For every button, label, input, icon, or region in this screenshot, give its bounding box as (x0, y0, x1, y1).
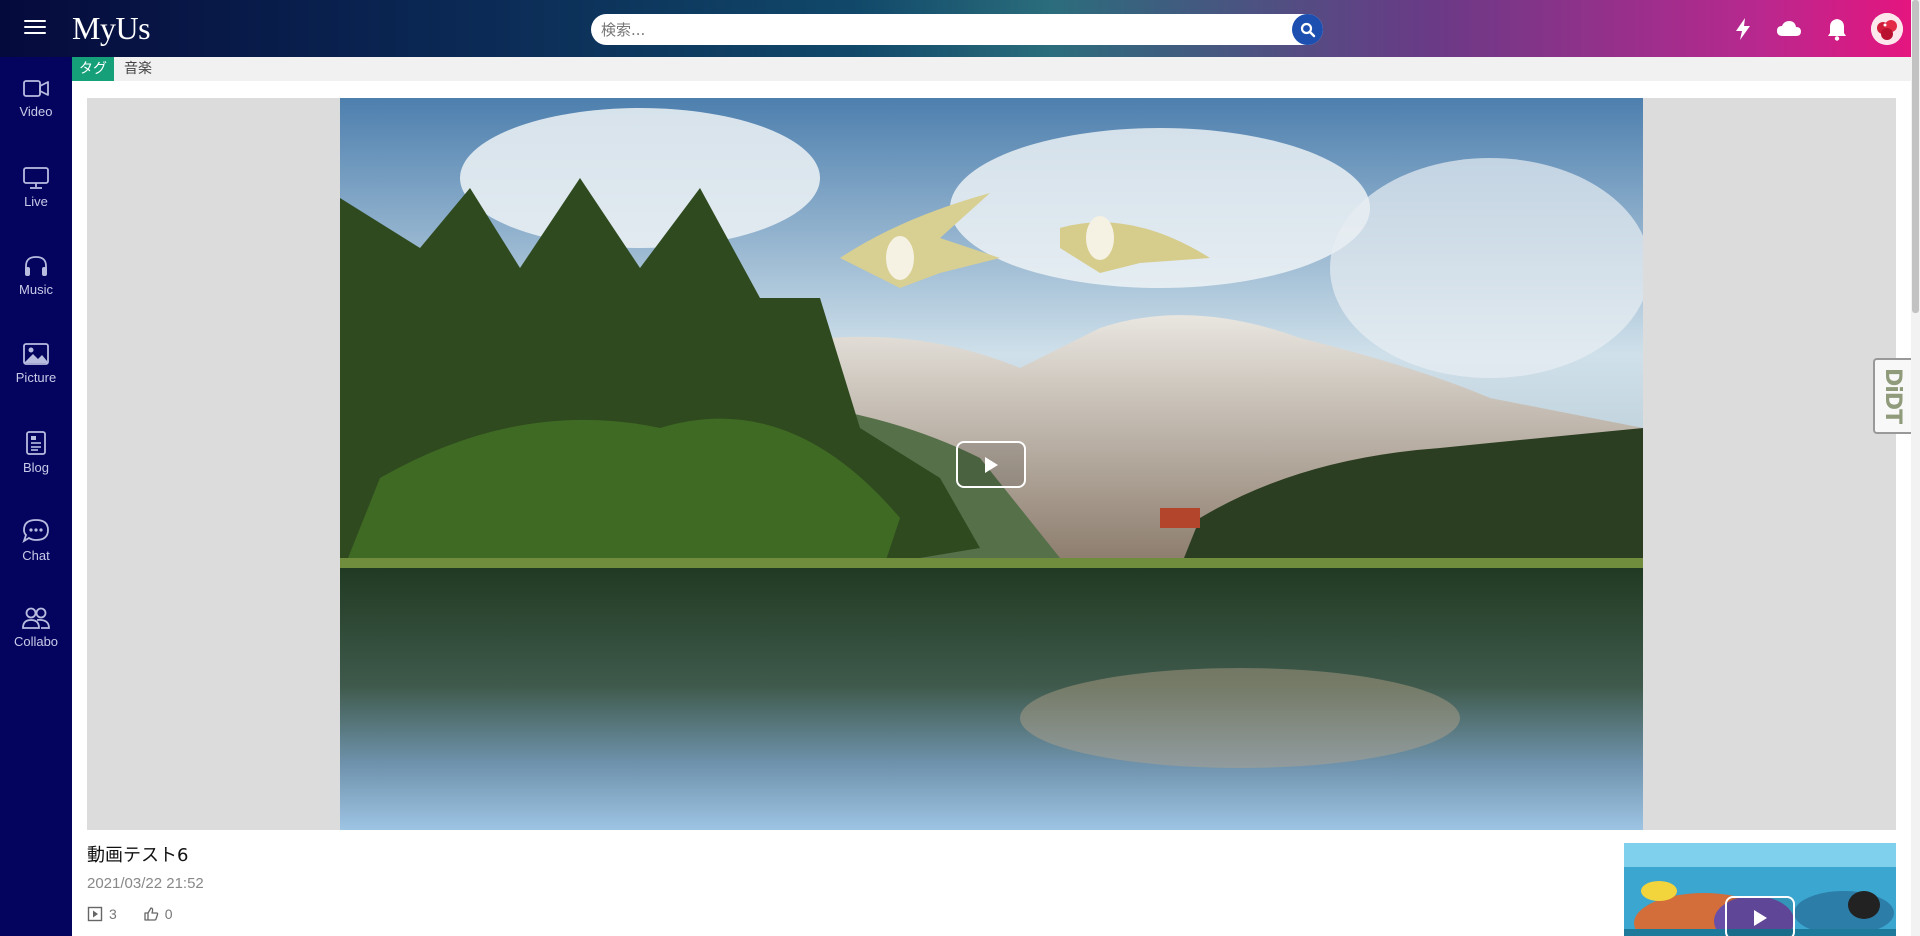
bell-icon[interactable] (1824, 16, 1850, 42)
play-count-icon (87, 906, 103, 922)
related-play-button[interactable] (1725, 896, 1795, 936)
users-icon (22, 607, 50, 629)
sidebar-item-label: Music (19, 282, 53, 297)
thumbs-up-icon[interactable] (143, 906, 159, 922)
tag-bar: タグ 音楽 (72, 57, 1911, 81)
sidebar-item-collabo[interactable]: Collabo (0, 606, 72, 676)
video-date: 2021/03/22 21:52 (87, 875, 204, 892)
search-button[interactable] (1292, 14, 1323, 45)
hamburger-menu-icon[interactable] (22, 16, 48, 42)
user-avatar[interactable] (1871, 13, 1903, 45)
monitor-icon (23, 167, 49, 189)
headphones-icon (25, 256, 47, 276)
top-header: MyUs (0, 0, 1911, 57)
sidebar-item-chat[interactable]: Chat (0, 518, 72, 588)
play-button[interactable] (956, 441, 1026, 488)
cloud-icon[interactable] (1776, 16, 1802, 42)
scrollbar-thumb[interactable] (1912, 0, 1919, 313)
play-icon (1754, 910, 1767, 926)
sidebar-item-label: Collabo (13, 634, 59, 649)
video-title: 動画テスト6 (87, 845, 189, 866)
play-icon (985, 456, 998, 473)
sidebar-item-picture[interactable]: Picture (0, 342, 72, 412)
side-widget-text: DiDT (1880, 368, 1905, 424)
image-icon (23, 343, 49, 365)
search-icon (1300, 22, 1315, 37)
play-count: 3 (109, 906, 117, 922)
app-logo[interactable]: MyUs (72, 10, 151, 47)
sidebar-item-label: Picture (15, 370, 57, 385)
search-input[interactable] (601, 14, 1281, 45)
video-camera-icon (23, 80, 49, 97)
tag-label: タグ (72, 57, 114, 81)
video-stats: 3 0 (87, 906, 173, 922)
sidebar-item-blog[interactable]: Blog (0, 430, 72, 500)
sidebar: Video Live Music Picture Blog Chat Colla… (0, 57, 72, 936)
side-widget-tab[interactable]: DiDT (1873, 358, 1911, 434)
tag-link[interactable]: 音楽 (124, 57, 152, 81)
lightning-icon[interactable] (1730, 16, 1756, 42)
sidebar-item-label: Video (19, 104, 53, 119)
sidebar-item-music[interactable]: Music (0, 254, 72, 324)
search-bar (591, 14, 1323, 45)
like-count: 0 (164, 906, 173, 922)
sidebar-item-label: Chat (22, 548, 50, 563)
sidebar-item-label: Live (24, 194, 48, 209)
document-icon (26, 431, 46, 455)
sidebar-item-label: Blog (22, 460, 50, 475)
chat-bubble-icon (22, 519, 49, 544)
sidebar-item-video[interactable]: Video (0, 78, 72, 148)
sidebar-item-live[interactable]: Live (0, 166, 72, 236)
